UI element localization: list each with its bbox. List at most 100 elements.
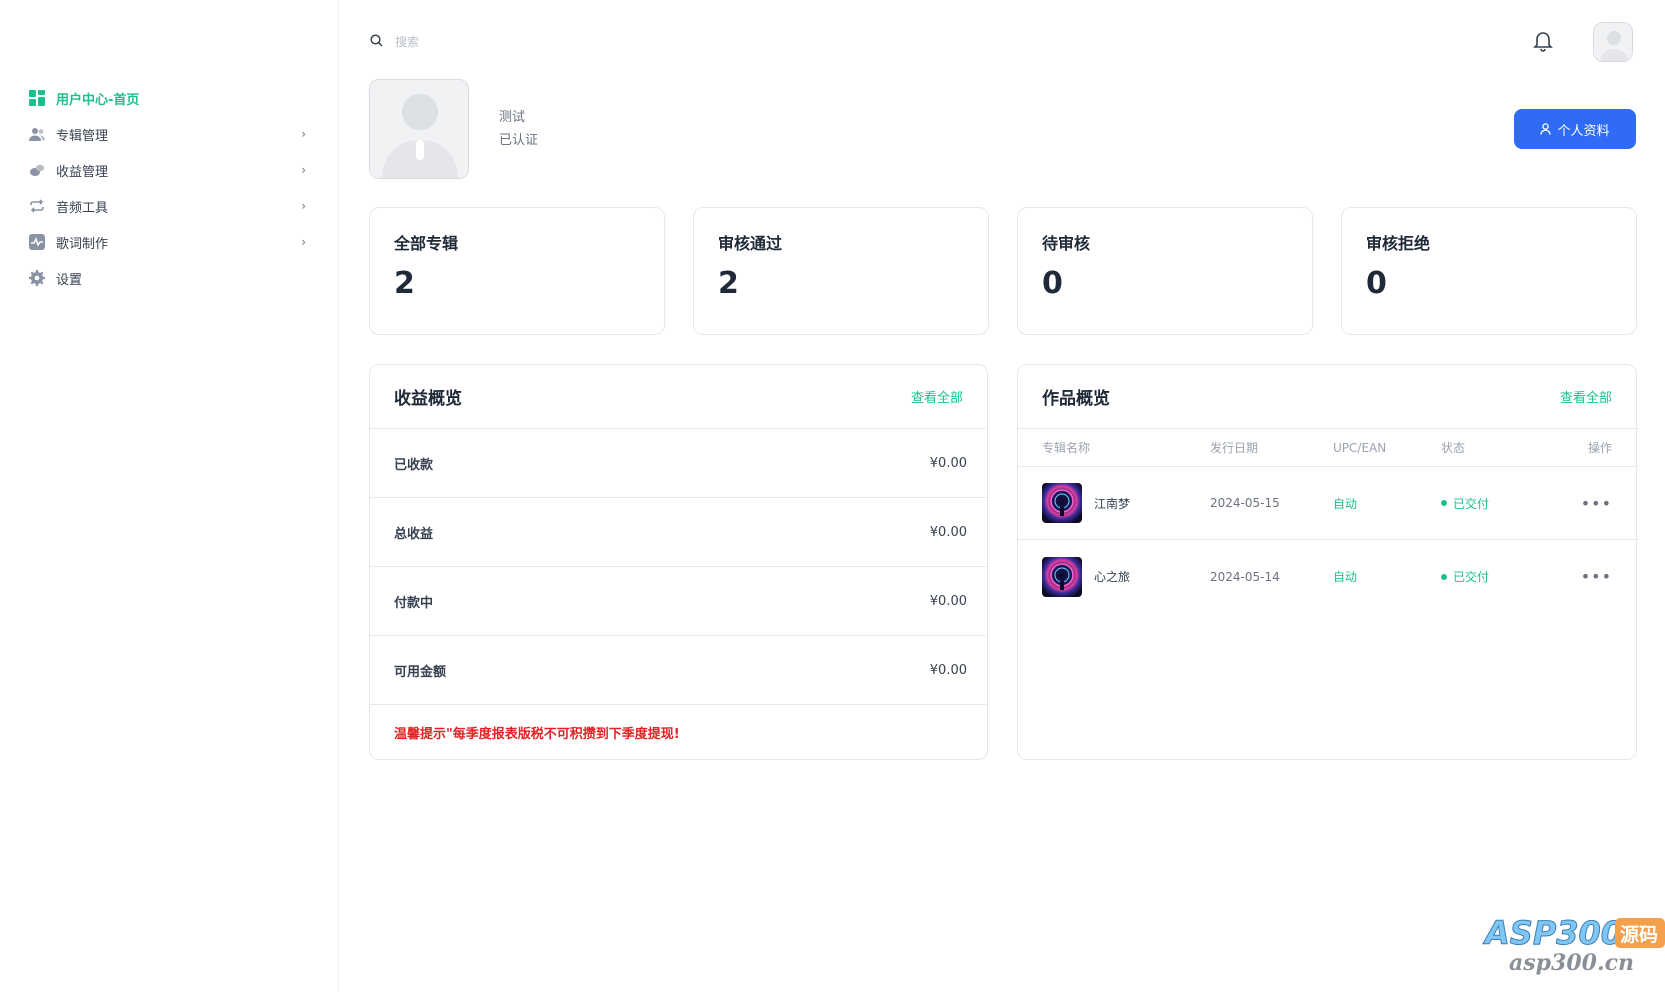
chevron-right-icon: › bbox=[301, 127, 306, 141]
stat-card-approved: 审核通过 2 bbox=[693, 207, 989, 335]
table-header: 专辑名称 发行日期 UPC/EAN 状态 操作 bbox=[1018, 429, 1636, 467]
income-row: 已收款 ¥0.00 bbox=[370, 429, 987, 498]
column-header: 状态 bbox=[1441, 441, 1466, 455]
table-row[interactable]: 心之旅 2024-05-14 自动 已交付 ••• bbox=[1018, 540, 1636, 613]
sidebar-item-label: 收益管理 bbox=[56, 164, 109, 180]
stat-value: 2 bbox=[394, 266, 415, 301]
gear-icon bbox=[28, 269, 46, 287]
users-icon bbox=[28, 125, 46, 143]
stat-card-rejected: 审核拒绝 0 bbox=[1341, 207, 1637, 335]
income-label: 已收款 bbox=[394, 457, 434, 473]
status-dot-icon bbox=[1441, 573, 1447, 580]
profile-section: 测试 已认证 bbox=[369, 79, 538, 179]
view-all-link[interactable]: 查看全部 bbox=[911, 387, 963, 406]
bell-icon[interactable] bbox=[1533, 30, 1553, 56]
release-date: 2024-05-15 bbox=[1210, 496, 1280, 510]
album-name: 心之旅 bbox=[1094, 570, 1131, 584]
card-title: 作品概览 bbox=[1042, 389, 1110, 409]
stat-card-pending: 待审核 0 bbox=[1017, 207, 1313, 335]
stat-title: 待审核 bbox=[1042, 234, 1091, 253]
card-header: 作品概览 查看全部 bbox=[1018, 365, 1636, 429]
income-amount: ¥0.00 bbox=[929, 593, 967, 609]
income-label: 总收益 bbox=[394, 526, 434, 542]
view-all-link[interactable]: 查看全部 bbox=[1560, 387, 1612, 406]
status-badge: 已交付 bbox=[1441, 568, 1571, 585]
stat-card-all-albums: 全部专辑 2 bbox=[369, 207, 665, 335]
income-row: 总收益 ¥0.00 bbox=[370, 498, 987, 567]
profile-status: 已认证 bbox=[499, 133, 539, 148]
dashboard-grid-icon bbox=[28, 89, 46, 107]
stat-title: 全部专辑 bbox=[394, 234, 459, 253]
column-header: 发行日期 bbox=[1210, 441, 1259, 455]
album-cover bbox=[1042, 556, 1082, 597]
stats-row: 全部专辑 2 审核通过 2 待审核 0 审核拒绝 0 bbox=[369, 207, 1637, 335]
stat-value: 2 bbox=[718, 266, 739, 301]
sidebar-item-income[interactable]: 收益管理 › bbox=[0, 152, 338, 188]
income-amount: ¥0.00 bbox=[929, 455, 967, 471]
stat-title: 审核通过 bbox=[718, 234, 783, 253]
column-header: 专辑名称 bbox=[1042, 441, 1091, 455]
status-text: 已交付 bbox=[1453, 496, 1490, 511]
works-overview-card: 作品概览 查看全部 专辑名称 发行日期 UPC/EAN 状态 操作 江南梦 20… bbox=[1017, 364, 1637, 760]
income-amount: ¥0.00 bbox=[929, 524, 967, 540]
sidebar-item-label: 设置 bbox=[56, 272, 83, 288]
chevron-right-icon: › bbox=[301, 235, 306, 249]
album-cover bbox=[1042, 483, 1082, 523]
upc-value: 自动 bbox=[1333, 570, 1358, 584]
sidebar-item-settings[interactable]: 设置 bbox=[0, 260, 338, 296]
album-name: 江南梦 bbox=[1094, 496, 1131, 511]
search-input[interactable] bbox=[395, 34, 595, 49]
profile-name: 测试 bbox=[499, 110, 526, 125]
table-row[interactable]: 江南梦 2024-05-15 自动 已交付 ••• bbox=[1018, 467, 1636, 540]
card-title: 收益概览 bbox=[394, 389, 462, 409]
search-icon bbox=[370, 32, 383, 51]
income-row: 可用金额 ¥0.00 bbox=[370, 636, 987, 705]
status-text: 已交付 bbox=[1453, 570, 1490, 584]
chevron-right-icon: › bbox=[301, 199, 306, 213]
sidebar-item-label: 用户中心-首页 bbox=[56, 92, 140, 108]
album-cell: 江南梦 bbox=[1042, 483, 1210, 523]
album-cell: 心之旅 bbox=[1042, 556, 1210, 597]
svg-text:源码: 源码 bbox=[1620, 923, 1658, 946]
upc-value: 自动 bbox=[1333, 496, 1358, 511]
sidebar-item-label: 专辑管理 bbox=[56, 128, 109, 144]
coins-icon bbox=[28, 161, 46, 179]
svg-text:asp300.cn: asp300.cn bbox=[1509, 950, 1634, 976]
warning-tip: 温馨提示"每季度报表版税不可积攒到下季度提现! bbox=[394, 727, 680, 742]
income-row: 付款中 ¥0.00 bbox=[370, 567, 987, 636]
more-actions-icon[interactable]: ••• bbox=[1571, 567, 1612, 586]
income-overview-card: 收益概览 查看全部 已收款 ¥0.00 总收益 ¥0.00 付款中 ¥0.00 … bbox=[369, 364, 988, 760]
income-amount: ¥0.00 bbox=[929, 662, 967, 678]
status-dot-icon bbox=[1441, 500, 1447, 506]
more-actions-icon[interactable]: ••• bbox=[1571, 494, 1612, 513]
income-label: 可用金额 bbox=[394, 664, 447, 680]
sidebar: 用户中心-首页 专辑管理 › 收益管理 › 音频工具 › 歌词制作 › 设置 bbox=[0, 0, 339, 992]
avatar[interactable] bbox=[1593, 22, 1633, 62]
status-badge: 已交付 bbox=[1441, 495, 1571, 512]
repeat-icon bbox=[28, 197, 46, 215]
sidebar-item-albums[interactable]: 专辑管理 › bbox=[0, 116, 338, 152]
topbar bbox=[340, 0, 1665, 84]
chevron-right-icon: › bbox=[301, 163, 306, 177]
sidebar-item-lyrics[interactable]: 歌词制作 › bbox=[0, 224, 338, 260]
profile-button[interactable]: 个人资料 bbox=[1514, 109, 1636, 149]
search-box bbox=[370, 32, 595, 51]
income-label: 付款中 bbox=[394, 595, 434, 611]
release-date: 2024-05-14 bbox=[1210, 569, 1280, 584]
svg-text:ASP300: ASP300 bbox=[1482, 914, 1623, 952]
watermark-logo: ASP300 源码 asp300.cn bbox=[1465, 906, 1665, 976]
sidebar-item-label: 音频工具 bbox=[56, 200, 109, 216]
sidebar-item-home[interactable]: 用户中心-首页 bbox=[0, 80, 338, 116]
profile-avatar bbox=[369, 79, 469, 179]
user-icon bbox=[1540, 123, 1552, 135]
column-header: 操作 bbox=[1587, 441, 1612, 455]
stat-value: 0 bbox=[1366, 266, 1387, 301]
sidebar-item-label: 歌词制作 bbox=[56, 236, 109, 252]
profile-button-label: 个人资料 bbox=[1557, 123, 1610, 139]
sidebar-item-audio-tools[interactable]: 音频工具 › bbox=[0, 188, 338, 224]
card-header: 收益概览 查看全部 bbox=[370, 365, 987, 429]
activity-icon bbox=[28, 233, 46, 251]
column-header: UPC/EAN bbox=[1333, 440, 1387, 455]
stat-title: 审核拒绝 bbox=[1366, 234, 1431, 253]
stat-value: 0 bbox=[1042, 266, 1063, 301]
